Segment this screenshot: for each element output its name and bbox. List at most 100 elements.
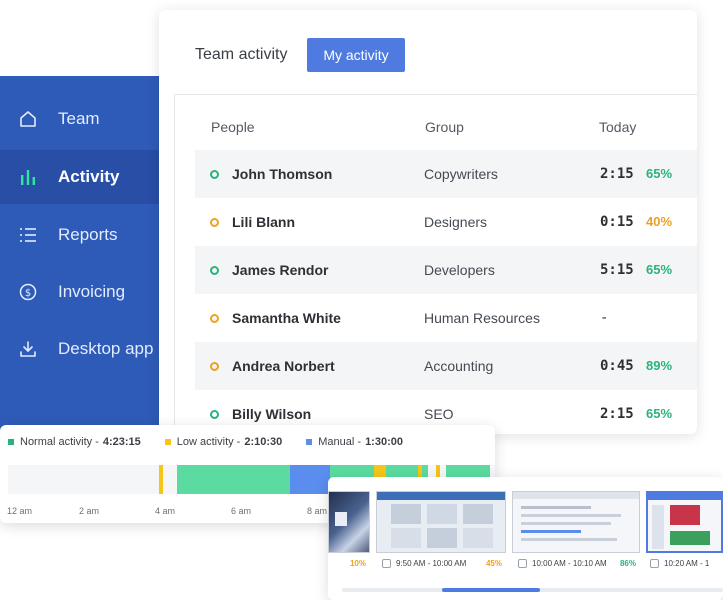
legend-swatch — [8, 439, 14, 445]
sidebar-item-label: Activity — [58, 167, 120, 186]
legend-value: 2:10:30 — [244, 436, 283, 448]
table-row[interactable]: James Rendor Developers 5:15 65% — [195, 246, 697, 294]
screenshot-item[interactable]: 10:20 AM - 1 — [646, 491, 723, 576]
activity-table: People Group Today John Thomson Copywrit… — [174, 94, 697, 434]
legend-low-activity: Low activity - 2:10:30 — [164, 436, 283, 448]
sidebar-item-label: Invoicing — [58, 282, 126, 301]
dollar-circle-icon: $ — [18, 282, 38, 302]
screenshot-activity-percent: 86% — [619, 559, 636, 568]
time-tick: 6 am — [231, 506, 252, 516]
status-dot — [210, 218, 219, 227]
legend-label: Normal activity - — [20, 436, 99, 448]
person-name: Samantha White — [232, 310, 341, 326]
column-header-group[interactable]: Group — [425, 119, 464, 135]
sidebar-item-label: Desktop app — [58, 339, 154, 358]
sidebar-item-label: Team — [58, 109, 100, 128]
screenshot-thumbnail[interactable] — [328, 491, 370, 553]
legend-label: Manual - — [318, 436, 362, 448]
person-name: Andrea Norbert — [232, 358, 335, 374]
team-activity-card: Team activity My activity People Group T… — [159, 10, 697, 434]
sidebar-item-reports[interactable]: Reports — [0, 208, 159, 262]
activity-percent: 89% — [646, 358, 673, 373]
activity-percent: 65% — [646, 406, 673, 421]
legend-value: 4:23:15 — [102, 436, 141, 448]
screenshot-time-range: 10:20 AM - 1 — [664, 559, 710, 568]
sidebar-item-activity[interactable]: Activity — [0, 150, 159, 204]
group-name: Human Resources — [424, 310, 540, 326]
time-today: 0:45 — [600, 358, 634, 374]
tab-team-activity[interactable]: Team activity — [195, 46, 287, 64]
timeline-legend: Normal activity - 4:23:15 Low activity -… — [8, 436, 427, 448]
group-name: SEO — [424, 406, 454, 422]
table-row[interactable]: Lili Blann Designers 0:15 40% — [195, 198, 697, 246]
segment-low-activity — [159, 465, 163, 494]
screenshots-card: 10% 9:50 AM - 10:00 AM 45% 10:00 AM - 10… — [328, 477, 723, 600]
legend-swatch — [306, 439, 313, 445]
status-dot — [210, 314, 219, 323]
group-name: Accounting — [424, 358, 494, 374]
svg-text:$: $ — [25, 288, 31, 299]
sidebar-item-desktop-app[interactable]: Desktop app — [0, 322, 159, 376]
time-tick: 12 am — [7, 506, 33, 516]
screenshot-checkbox[interactable] — [650, 559, 659, 568]
table-row[interactable]: Andrea Norbert Accounting 0:45 89% — [195, 342, 697, 390]
table-row[interactable]: Samantha White Human Resources - — [195, 294, 697, 342]
bar-chart-icon — [18, 167, 38, 187]
status-dot — [210, 410, 219, 419]
screenshot-caption: 10:20 AM - 1 — [646, 559, 723, 568]
time-tick: 8 am — [307, 506, 328, 516]
list-icon — [18, 225, 38, 245]
column-header-today[interactable]: Today — [599, 119, 636, 135]
person-name: James Rendor — [232, 262, 329, 278]
status-dot — [210, 362, 219, 371]
screenshot-caption: 10% — [328, 559, 370, 568]
legend-normal-activity: Normal activity - 4:23:15 — [8, 436, 141, 448]
screenshot-item[interactable]: 10% — [328, 491, 370, 576]
time-today: 2:15 — [600, 406, 634, 422]
time-today: - — [600, 310, 609, 326]
group-name: Designers — [424, 214, 488, 230]
sidebar-item-invoicing[interactable]: $ Invoicing — [0, 265, 159, 319]
person-name: John Thomson — [232, 166, 333, 182]
download-icon — [18, 339, 38, 359]
legend-swatch — [164, 439, 171, 445]
screenshot-time-range: 9:50 AM - 10:00 AM — [396, 559, 467, 568]
group-name: Developers — [424, 262, 495, 278]
sidebar: Team Activity Reports $ Invoicing Deskto… — [0, 76, 159, 436]
legend-value: 1:30:00 — [365, 436, 403, 448]
screenshot-caption: 9:50 AM - 10:00 AM 45% — [376, 559, 506, 568]
time-today: 5:15 — [600, 262, 634, 278]
screenshot-checkbox[interactable] — [382, 559, 391, 568]
sidebar-item-team[interactable]: Team — [0, 92, 159, 146]
screenshot-caption: 10:00 AM - 10:10 AM 86% — [512, 559, 640, 568]
group-name: Copywriters — [424, 166, 498, 182]
time-today: 0:15 — [600, 214, 634, 230]
screenshot-item[interactable]: 9:50 AM - 10:00 AM 45% — [376, 491, 506, 576]
segment-manual — [290, 465, 330, 494]
screenshot-activity-percent: 10% — [349, 559, 366, 568]
screenshot-time-range: 10:00 AM - 10:10 AM — [532, 559, 607, 568]
screenshot-activity-percent: 45% — [485, 559, 502, 568]
sidebar-item-label: Reports — [58, 225, 118, 244]
screenshot-thumbnail[interactable] — [646, 491, 723, 553]
scrollbar-thumb[interactable] — [442, 588, 540, 592]
person-name: Lili Blann — [232, 214, 295, 230]
status-dot — [210, 170, 219, 179]
activity-percent: 65% — [646, 262, 673, 277]
column-header-people[interactable]: People — [211, 119, 255, 135]
my-activity-button[interactable]: My activity — [307, 38, 405, 72]
screenshot-item[interactable]: 10:00 AM - 10:10 AM 86% — [512, 491, 640, 576]
activity-percent: 65% — [646, 166, 673, 181]
table-row[interactable]: John Thomson Copywriters 2:15 65% — [195, 150, 697, 198]
time-tick: 4 am — [155, 506, 176, 516]
screenshots-scrollbar[interactable] — [342, 588, 723, 592]
screenshot-thumbnail[interactable] — [512, 491, 640, 553]
screenshot-thumbnail[interactable] — [376, 491, 506, 553]
home-icon — [18, 109, 38, 129]
time-today: 2:15 — [600, 166, 634, 182]
person-name: Billy Wilson — [232, 406, 312, 422]
legend-manual: Manual - 1:30:00 — [306, 436, 403, 448]
status-dot — [210, 266, 219, 275]
screenshot-checkbox[interactable] — [518, 559, 527, 568]
activity-percent: 40% — [646, 214, 673, 229]
